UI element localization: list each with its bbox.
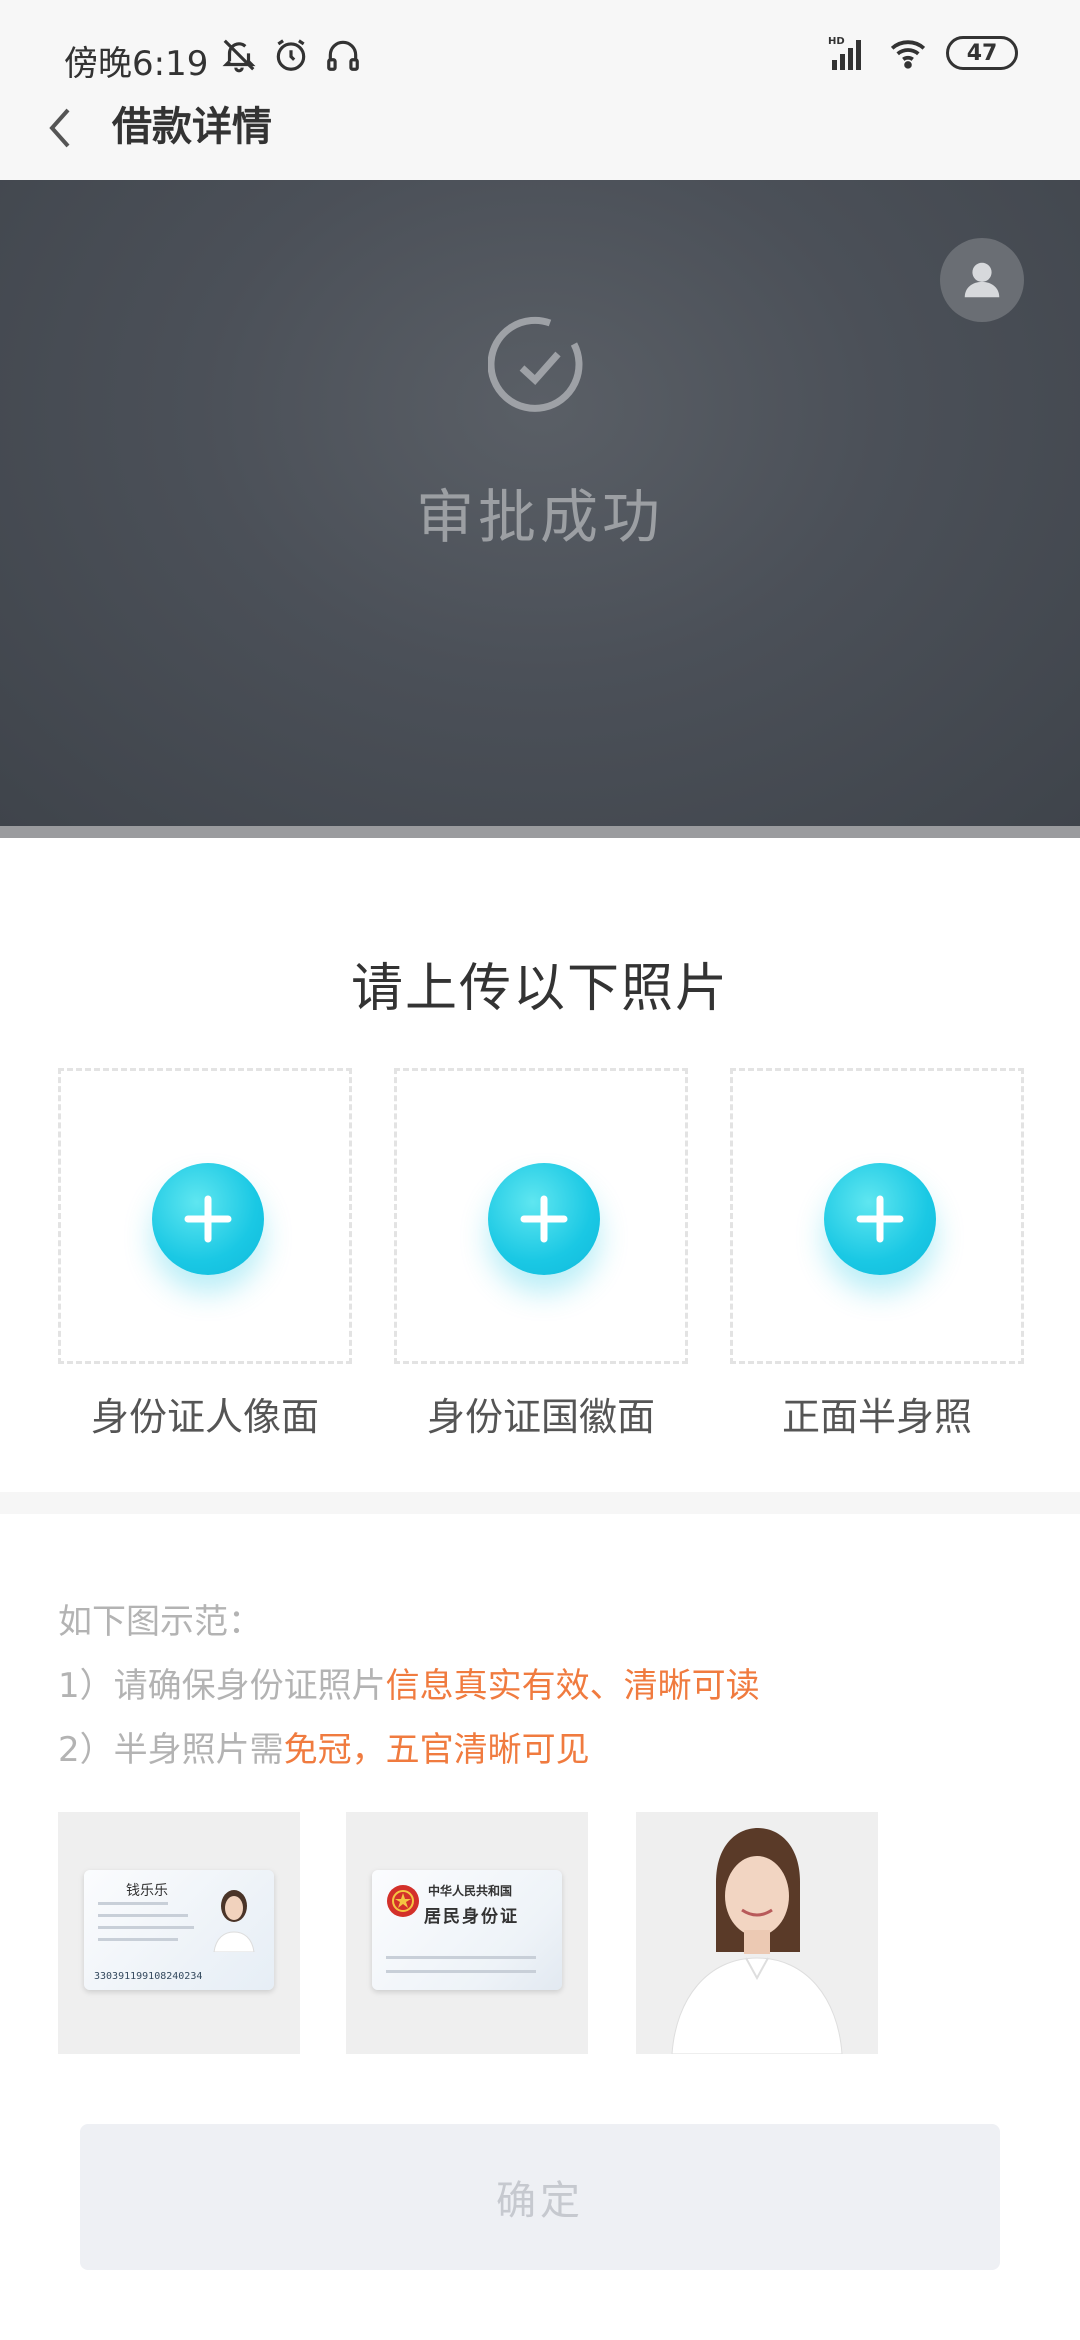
plus-icon — [520, 1195, 568, 1243]
approval-status: 审批成功 — [415, 483, 664, 551]
sample-id-name: 钱乐乐 — [126, 1883, 168, 1899]
alarm-icon — [276, 39, 306, 71]
plus-icon — [856, 1195, 904, 1243]
wifi-icon — [890, 40, 926, 69]
portrait-icon — [213, 1890, 255, 1952]
sample-id-back-title-large: 居民身份证 — [424, 1907, 519, 1927]
approval-banner: 审批成功 — [0, 180, 1080, 828]
sample-id-back: 中华人民共和国 居民身份证 — [346, 1812, 588, 2054]
upload-label-id-back: 身份证国徽面 — [426, 1395, 655, 1439]
upload-half-body[interactable] — [730, 1068, 1024, 1364]
national-emblem-icon — [387, 1885, 419, 1917]
chevron-left-icon — [49, 108, 70, 148]
upload-label-half-body: 正面半身照 — [781, 1395, 972, 1439]
battery-icon: 47 — [946, 36, 1018, 70]
add-photo-button[interactable] — [824, 1163, 936, 1275]
instruction-line-2: 2）半身照片需免冠，五官清晰可见 — [58, 1718, 760, 1782]
confirm-button[interactable]: 确定 — [80, 2124, 1000, 2270]
sample-id-back-title-small: 中华人民共和国 — [428, 1884, 513, 1898]
svg-text:HD: HD — [828, 36, 845, 47]
section-divider — [0, 1492, 1080, 1514]
banner-divider — [0, 826, 1080, 838]
nav-bar: 借款详情 — [0, 84, 1080, 180]
bell-off-icon — [222, 39, 256, 73]
status-icons-left — [220, 36, 362, 74]
sample-half-body — [636, 1812, 878, 2055]
avatar-button[interactable] — [940, 238, 1024, 322]
upload-label-id-front: 身份证人像面 — [90, 1395, 319, 1439]
user-icon — [964, 262, 1000, 298]
upload-title: 请上传以下照片 — [350, 959, 729, 1019]
battery-level: 47 — [966, 40, 998, 66]
add-photo-button[interactable] — [152, 1163, 264, 1275]
back-button[interactable] — [36, 88, 84, 168]
sample-id-number: 330391199108240234 — [94, 1971, 203, 1982]
status-time: 傍晚6:19 — [64, 44, 209, 84]
instruction-1-highlight: 信息真实有效、清晰可读 — [385, 1666, 760, 1706]
upload-id-front[interactable] — [58, 1068, 352, 1364]
upload-id-back[interactable] — [394, 1068, 688, 1364]
sample-images: 钱乐乐 330391199108240234 中华人民共和国 居民身份证 — [0, 1812, 1080, 2055]
confirm-label: 确定 — [496, 2178, 584, 2224]
id-card-back-image: 中华人民共和国 居民身份证 — [372, 1870, 562, 1990]
signal-icon: HD — [828, 36, 861, 70]
instructions: 如下图示范： 1）请确保身份证照片信息真实有效、清晰可读 2）半身照片需免冠，五… — [58, 1590, 760, 1782]
upload-section: 请上传以下照片 身份证人像面 身份证国徽面 正面半身照 — [0, 838, 1080, 1492]
status-right: HD 47 — [826, 34, 1018, 72]
check-circle-icon — [488, 316, 583, 412]
id-card-front-image: 钱乐乐 330391199108240234 — [84, 1870, 274, 1990]
half-body-portrait-icon — [636, 1812, 878, 2055]
instruction-1-text: 1）请确保身份证照片 — [58, 1666, 386, 1706]
instruction-line-1: 1）请确保身份证照片信息真实有效、清晰可读 — [58, 1654, 760, 1718]
instruction-2-highlight: 免冠，五官清晰可见 — [283, 1730, 590, 1770]
sample-id-front: 钱乐乐 330391199108240234 — [58, 1812, 300, 2054]
instruction-2-text: 2）半身照片需 — [58, 1730, 284, 1770]
page-title: 借款详情 — [112, 104, 272, 150]
add-photo-button[interactable] — [488, 1163, 600, 1275]
status-bar: 傍晚6:19 HD 47 — [0, 0, 1080, 84]
headphones-icon — [327, 40, 359, 71]
plus-icon — [184, 1195, 232, 1243]
instructions-heading: 如下图示范： — [58, 1602, 262, 1642]
